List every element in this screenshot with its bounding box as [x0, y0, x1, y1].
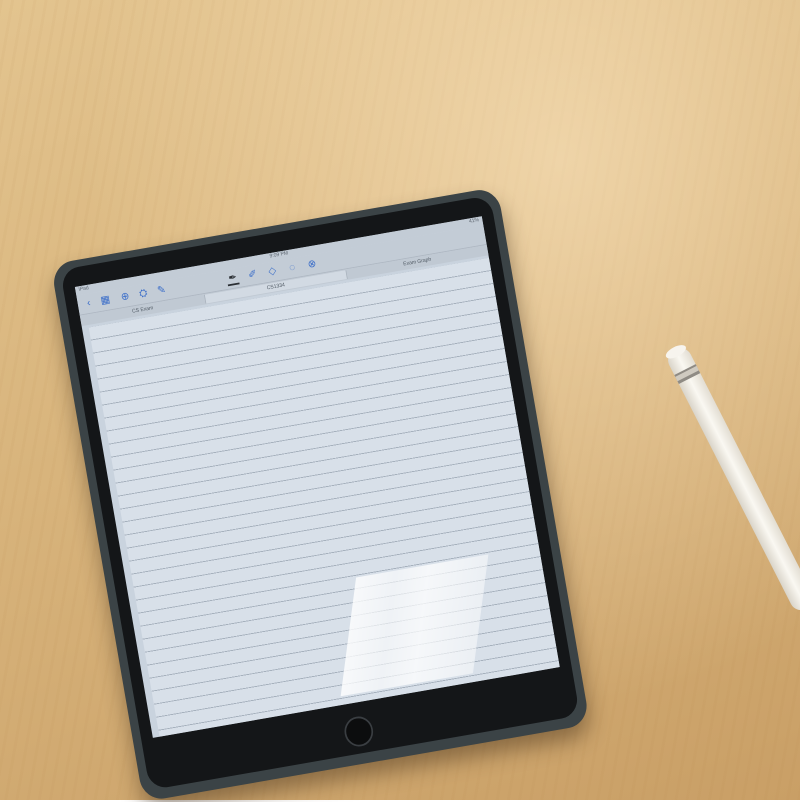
edit-icon[interactable]: ✎ [155, 283, 169, 297]
battery-level: 41% [468, 217, 480, 225]
more-icon[interactable]: ⊗ [305, 257, 319, 271]
grid-icon[interactable]: ▦ [98, 293, 112, 307]
highlighter-icon[interactable]: ✐ [246, 267, 260, 281]
share-icon[interactable]: ⛭ [136, 286, 150, 300]
back-icon[interactable]: ‹ [82, 295, 96, 309]
add-icon[interactable]: ⊕ [118, 289, 132, 303]
tablet-screen: iPad 9:09 PM 41% ‹ ▦ ⊕ ⛭ ✎ ✒ ✐ ◇ ◌ ⊗ CS … [74, 216, 560, 738]
pen-icon[interactable]: ✒ [225, 270, 240, 287]
eraser-icon[interactable]: ◇ [265, 263, 279, 277]
ipad-device: iPad 9:09 PM 41% ‹ ▦ ⊕ ⛭ ✎ ✒ ✐ ◇ ◌ ⊗ CS … [0, 0, 800, 802]
lasso-icon[interactable]: ◌ [285, 260, 299, 274]
lined-note-page[interactable] [88, 257, 560, 737]
